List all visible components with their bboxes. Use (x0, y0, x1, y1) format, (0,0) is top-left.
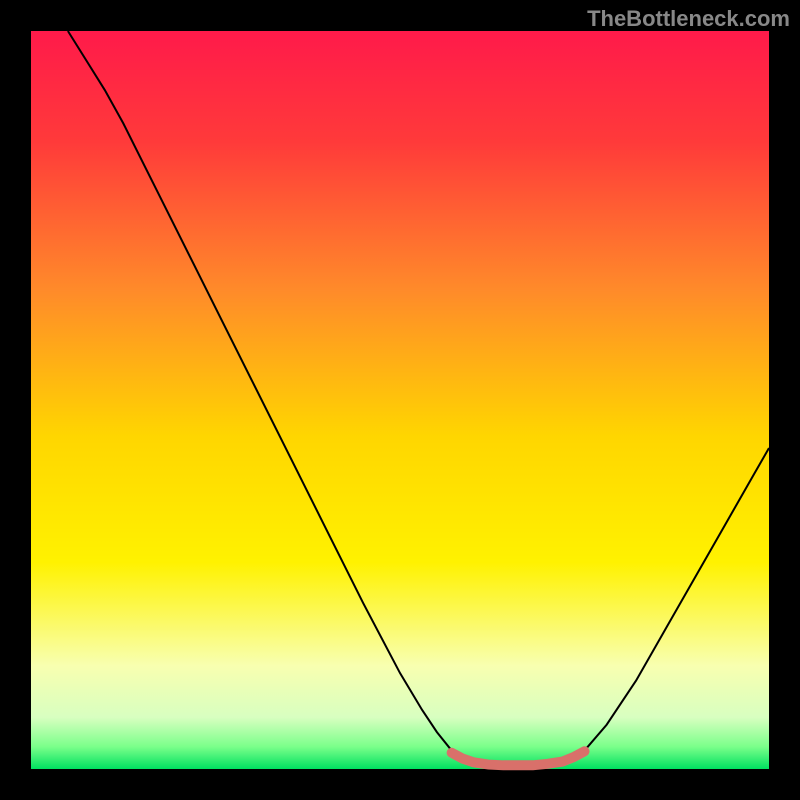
gradient-background (31, 31, 769, 769)
watermark-text: TheBottleneck.com (587, 6, 790, 32)
chart-container: TheBottleneck.com (0, 0, 800, 800)
bottleneck-chart (0, 0, 800, 800)
